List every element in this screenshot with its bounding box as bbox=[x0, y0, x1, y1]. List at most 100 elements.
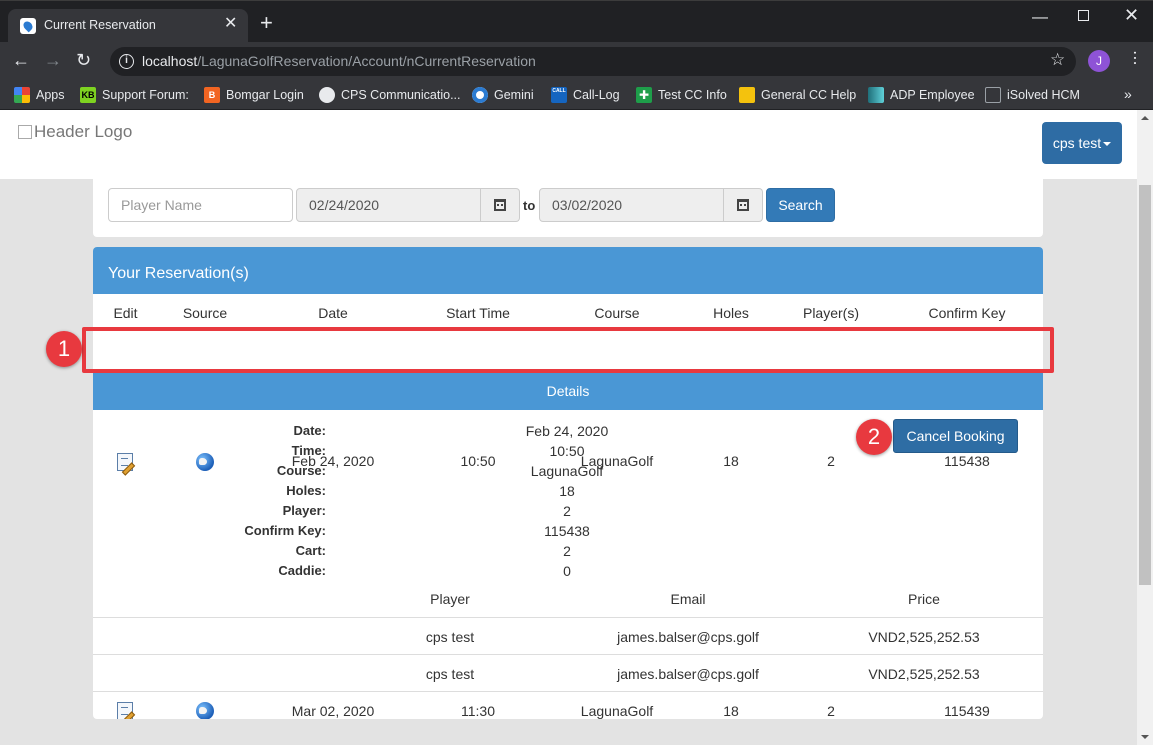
back-arrow-icon[interactable]: ← bbox=[12, 49, 30, 71]
site-info-icon[interactable]: i bbox=[119, 54, 134, 69]
scrollbar-thumb[interactable] bbox=[1139, 185, 1151, 585]
player-name-input[interactable] bbox=[108, 188, 293, 222]
call-log-icon: CALL bbox=[551, 87, 567, 103]
url-path: /LagunaGolfReservation/Account/nCurrentR… bbox=[197, 53, 536, 69]
detail-value-confirm-key: 115438 bbox=[544, 523, 590, 539]
date-to-calendar-button[interactable] bbox=[724, 188, 763, 222]
bookmark-gemini[interactable]: Gemini bbox=[472, 86, 534, 104]
detail-label-date: Date: bbox=[293, 423, 326, 438]
edit-reservation-icon[interactable] bbox=[117, 702, 133, 719]
search-button[interactable]: Search bbox=[766, 188, 835, 222]
maximize-icon[interactable] bbox=[1078, 10, 1089, 21]
kb-icon: KB bbox=[80, 87, 96, 103]
row-start-time: 11:30 bbox=[461, 703, 495, 719]
date-from-calendar-button[interactable] bbox=[481, 188, 520, 222]
detail-value-course: LagunaGolf bbox=[530, 463, 604, 479]
column-header-confirm-key: Confirm Key bbox=[928, 305, 1006, 321]
player-email: james.balser@cps.golf bbox=[617, 629, 759, 645]
bookmark-star-icon[interactable]: ☆ bbox=[1050, 50, 1065, 70]
bookmark-support-forum[interactable]: KB Support Forum: bbox=[80, 86, 189, 104]
plus-cross-icon: ✚ bbox=[636, 87, 652, 103]
new-tab-icon[interactable]: + bbox=[260, 12, 273, 34]
row-players: 2 bbox=[827, 703, 835, 719]
cancel-booking-button[interactable]: Cancel Booking bbox=[893, 419, 1018, 453]
bookmark-cps-communications[interactable]: CPS Communicatio... bbox=[319, 86, 460, 104]
web-source-globe-icon bbox=[196, 702, 214, 719]
detail-value-cart: 2 bbox=[563, 543, 571, 559]
tab-favicon-icon bbox=[20, 18, 36, 34]
page-icon bbox=[985, 87, 1001, 103]
date-from-input[interactable] bbox=[296, 188, 481, 222]
folder-icon bbox=[739, 87, 755, 103]
bookmark-test-cc-info[interactable]: ✚ Test CC Info bbox=[636, 86, 727, 104]
edit-reservation-icon[interactable] bbox=[117, 453, 133, 471]
scroll-down-arrow-icon[interactable] bbox=[1141, 735, 1149, 739]
browser-titlebar: Current Reservation ✕ + — ✕ bbox=[0, 0, 1153, 43]
detail-label-time: Time: bbox=[291, 443, 326, 458]
column-header-player: Player bbox=[430, 591, 470, 607]
browser-menu-icon[interactable]: ⋯ bbox=[1126, 50, 1143, 65]
detail-label-caddie: Caddie: bbox=[278, 563, 326, 578]
detail-value-date: Feb 24, 2020 bbox=[525, 423, 609, 439]
bookmark-adp-employee[interactable]: ADP Employee bbox=[868, 86, 975, 104]
divider bbox=[93, 691, 1043, 692]
bookmark-label: iSolved HCM bbox=[1007, 88, 1080, 102]
detail-label-holes: Holes: bbox=[286, 483, 326, 498]
row-confirm-key: 115439 bbox=[944, 703, 990, 719]
column-header-date: Date bbox=[318, 305, 348, 321]
header-logo-alt-text: Header Logo bbox=[34, 122, 133, 141]
user-menu-label: cps test bbox=[1052, 135, 1102, 151]
minimize-icon[interactable]: — bbox=[1032, 9, 1048, 27]
page-scrollbar[interactable] bbox=[1137, 110, 1153, 745]
address-bar[interactable]: i localhost/LagunaGolfReservation/Accoun… bbox=[110, 47, 1076, 76]
date-to-input[interactable] bbox=[539, 188, 724, 222]
bookmark-call-log[interactable]: CALL Call-Log bbox=[551, 86, 620, 104]
bookmark-label: Call-Log bbox=[573, 88, 620, 102]
bomgar-icon: B bbox=[204, 87, 220, 103]
detail-label-player: Player: bbox=[282, 503, 326, 518]
url-host: localhost bbox=[142, 53, 198, 69]
site-header: Header Logo cps test bbox=[0, 110, 1137, 179]
bookmarks-overflow-icon[interactable]: » bbox=[1124, 86, 1132, 102]
url-text[interactable]: localhost/LagunaGolfReservation/Account/… bbox=[142, 53, 536, 69]
reload-icon[interactable]: ↻ bbox=[76, 49, 91, 71]
globe-icon bbox=[319, 87, 335, 103]
player-price: VND2,525,252.53 bbox=[868, 666, 980, 682]
detail-label-cart: Cart: bbox=[295, 543, 326, 558]
date-range-to-label: to bbox=[523, 198, 536, 213]
column-header-holes: Holes bbox=[713, 305, 749, 321]
detail-value-caddie: 0 bbox=[563, 563, 571, 579]
calendar-icon bbox=[494, 199, 506, 211]
broken-image-icon bbox=[18, 125, 32, 139]
forward-arrow-icon[interactable]: → bbox=[44, 49, 62, 71]
column-header-source: Source bbox=[182, 305, 228, 321]
row-confirm-key: 115438 bbox=[944, 453, 990, 469]
bookmark-general-cc-help[interactable]: General CC Help bbox=[739, 86, 856, 104]
window-close-icon[interactable]: ✕ bbox=[1124, 5, 1139, 26]
player-name: cps test bbox=[425, 666, 475, 682]
column-header-course: Course bbox=[594, 305, 640, 321]
bookmark-apps[interactable]: Apps bbox=[14, 86, 65, 104]
bookmark-bomgar[interactable]: B Bomgar Login bbox=[204, 86, 304, 104]
detail-value-holes: 18 bbox=[559, 483, 575, 499]
row-date: Mar 02, 2020 bbox=[291, 703, 375, 719]
detail-value-time: 10:50 bbox=[549, 443, 585, 459]
scroll-up-arrow-icon[interactable] bbox=[1141, 116, 1149, 120]
caret-down-icon bbox=[1103, 142, 1112, 147]
detail-label-confirm-key: Confirm Key: bbox=[244, 523, 326, 538]
step-badge-1: 1 bbox=[46, 331, 82, 367]
bookmark-label: Apps bbox=[36, 88, 65, 102]
browser-toolbar: ← → ↻ i localhost/LagunaGolfReservation/… bbox=[0, 42, 1153, 80]
row-course: LagunaGolf bbox=[580, 703, 654, 719]
bookmark-label: CPS Communicatio... bbox=[341, 88, 461, 102]
browser-tab[interactable]: Current Reservation ✕ bbox=[8, 9, 248, 43]
tab-close-icon[interactable]: ✕ bbox=[224, 16, 237, 32]
user-menu-button[interactable]: cps test bbox=[1042, 122, 1122, 164]
header-logo[interactable]: Header Logo bbox=[18, 122, 132, 142]
profile-avatar[interactable]: J bbox=[1088, 50, 1110, 72]
divider bbox=[93, 617, 1043, 618]
bookmark-label: Bomgar Login bbox=[226, 88, 304, 102]
search-panel: to Search bbox=[93, 179, 1043, 237]
bookmark-isolved-hcm[interactable]: iSolved HCM bbox=[985, 86, 1080, 104]
bookmark-label: Test CC Info bbox=[658, 88, 727, 102]
